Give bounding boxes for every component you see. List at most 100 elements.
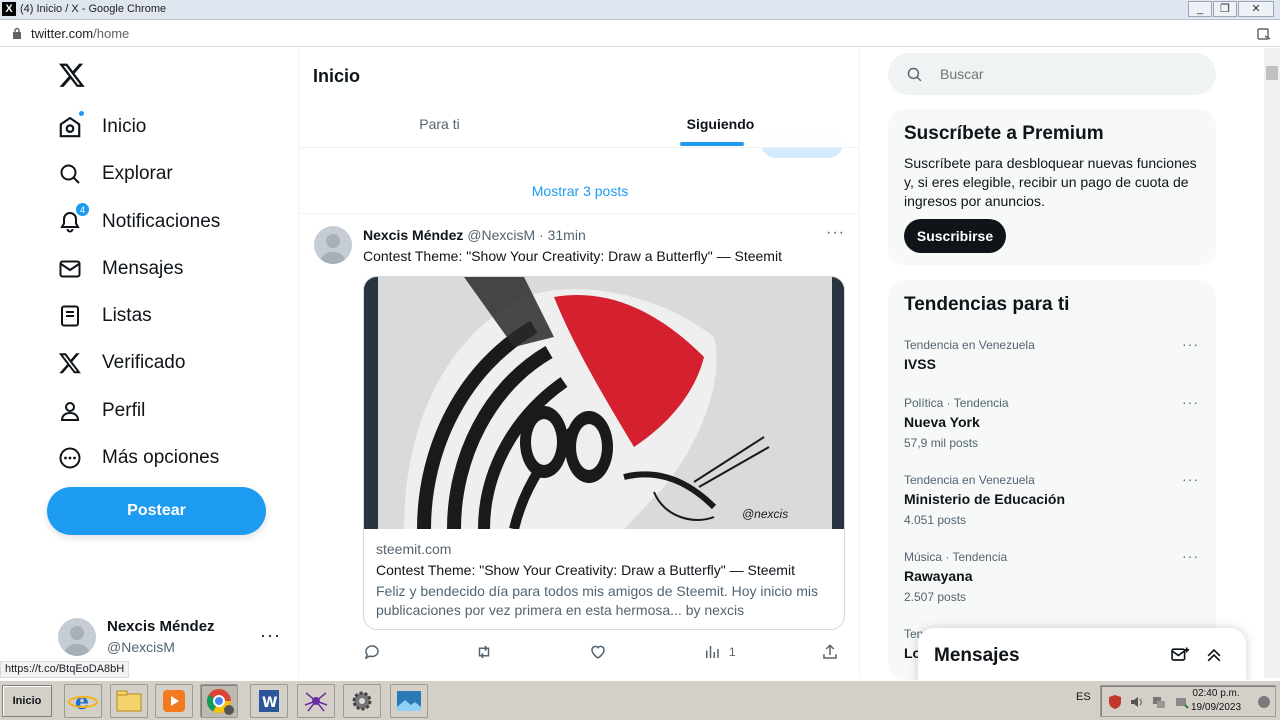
- sidebar-item-perfil[interactable]: Perfil: [56, 391, 286, 431]
- sidebar-item-notificaciones[interactable]: 4 Notificaciones: [56, 202, 286, 242]
- tweet-author-handle[interactable]: @NexcisM: [467, 227, 535, 243]
- more-icon[interactable]: ···: [260, 625, 281, 646]
- trend-item[interactable]: Política · Tendencia Nueva York 57,9 mil…: [888, 394, 1216, 472]
- card-image[interactable]: @nexcis: [364, 277, 844, 531]
- clock-date: 19/09/2023: [1191, 702, 1242, 713]
- account-switcher[interactable]: Nexcis Méndez @NexcisM ···: [58, 615, 288, 661]
- more-icon[interactable]: ···: [1182, 336, 1199, 352]
- sidebar-item-label: Listas: [102, 305, 152, 326]
- views-count: 1: [729, 645, 736, 659]
- sidebar-item-verificado[interactable]: Verificado: [56, 343, 286, 383]
- spider-app-icon[interactable]: [297, 684, 335, 718]
- image-signature: @nexcis: [742, 507, 789, 521]
- tray-app-icon[interactable]: [1256, 694, 1272, 710]
- premium-title: Suscríbete a Premium: [904, 123, 1104, 144]
- show-more-posts-link[interactable]: Mostrar 3 posts: [299, 168, 859, 214]
- trend-context: Música · Tendencia: [904, 550, 1008, 564]
- card-description: Feliz y bendecido día para todos mis ami…: [376, 583, 818, 618]
- sidebar-item-label: Más opciones: [102, 447, 220, 468]
- trends-title: Tendencias para ti: [904, 294, 1070, 315]
- sidebar-item-inicio[interactable]: Inicio: [56, 107, 286, 147]
- tab-para-ti[interactable]: Para ti: [299, 106, 580, 146]
- expand-up-icon[interactable]: [1204, 645, 1224, 665]
- more-icon[interactable]: ···: [1182, 548, 1199, 564]
- file-explorer-icon[interactable]: [110, 684, 148, 718]
- network-icon[interactable]: [1151, 694, 1167, 710]
- tweet[interactable]: Nexcis Méndez @NexcisM · 31min ··· Conte…: [299, 214, 859, 678]
- address-bar[interactable]: twitter.com/home: [0, 21, 1280, 47]
- home-icon: [56, 110, 85, 141]
- trend-count: 4.051 posts: [904, 513, 967, 527]
- more-circle-icon: [56, 444, 84, 472]
- search-icon: [56, 160, 84, 188]
- chrome-icon[interactable]: [200, 684, 238, 718]
- tweet-text: Contest Theme: "Show Your Creativity: Dr…: [363, 248, 782, 264]
- premium-card: Suscríbete a Premium Suscríbete para des…: [888, 109, 1216, 265]
- page-scrollbar[interactable]: [1264, 48, 1280, 678]
- trend-context: Tendencia en Venezuela: [904, 473, 1035, 487]
- views-button[interactable]: 1: [703, 640, 736, 664]
- status-url: https://t.co/BtqEoDA8bH: [0, 661, 130, 678]
- trend-item[interactable]: Música · Tendencia Rawayana 2.507 posts …: [888, 548, 1216, 626]
- search-icon: [907, 67, 922, 82]
- x-logo-icon[interactable]: [58, 61, 86, 89]
- subscribe-button[interactable]: Suscribirse: [904, 219, 1006, 253]
- bell-icon: 4: [56, 202, 90, 236]
- new-message-icon[interactable]: [1170, 645, 1190, 665]
- settings-gear-icon[interactable]: [343, 684, 381, 718]
- heart-icon: [591, 645, 605, 659]
- more-icon[interactable]: ···: [1182, 471, 1199, 487]
- avatar[interactable]: [314, 226, 352, 264]
- trend-name: Rawayana: [904, 568, 973, 584]
- tweet-author-name[interactable]: Nexcis Méndez: [363, 227, 463, 243]
- image-viewer-icon[interactable]: [390, 684, 428, 718]
- trend-count: 2.507 posts: [904, 590, 967, 604]
- profile-icon: [56, 397, 84, 425]
- sidebar-item-label: Perfil: [102, 400, 146, 421]
- minimize-button[interactable]: _: [1188, 1, 1212, 17]
- scrollbar-thumb[interactable]: [1266, 66, 1278, 80]
- reply-button[interactable]: [363, 640, 381, 664]
- volume-icon[interactable]: [1129, 694, 1145, 710]
- sidebar-item-mas-opciones[interactable]: Más opciones: [56, 438, 286, 478]
- sidebar-item-listas[interactable]: Listas: [56, 296, 286, 336]
- sidebar-item-label: Verificado: [102, 352, 186, 373]
- trend-name: IVSS: [904, 356, 936, 372]
- sidebar-item-explorar[interactable]: Explorar: [56, 154, 286, 194]
- notification-badge: 4: [75, 202, 90, 217]
- active-tab-indicator: [680, 142, 744, 146]
- start-button[interactable]: Inicio: [2, 685, 52, 717]
- language-indicator[interactable]: ES: [1076, 691, 1091, 703]
- system-clock[interactable]: 02:40 p.m. 19/09/2023: [1191, 687, 1241, 715]
- search-input[interactable]: [940, 64, 1190, 84]
- share-button[interactable]: [821, 640, 839, 664]
- post-button[interactable]: Postear: [47, 487, 266, 535]
- tweet-time[interactable]: · 31min: [539, 227, 586, 243]
- more-icon[interactable]: ···: [826, 224, 845, 242]
- safely-remove-icon[interactable]: [1173, 694, 1189, 710]
- card-title: Contest Theme: "Show Your Creativity: Dr…: [376, 562, 795, 578]
- views-chart-icon: [706, 646, 719, 658]
- mail-icon: [56, 255, 84, 283]
- like-button[interactable]: [589, 640, 607, 664]
- messages-drawer[interactable]: Mensajes: [918, 628, 1246, 684]
- word-icon[interactable]: W: [250, 684, 288, 718]
- trend-item[interactable]: Tendencia en Venezuela Ministerio de Edu…: [888, 471, 1216, 549]
- trend-context: Política · Tendencia: [904, 396, 1009, 410]
- more-icon[interactable]: ···: [1182, 394, 1199, 410]
- sidebar-item-label: Notificaciones: [102, 211, 221, 232]
- security-shield-icon[interactable]: [1107, 694, 1123, 710]
- internet-explorer-icon[interactable]: e: [64, 684, 102, 718]
- maximize-button[interactable]: ❐: [1213, 1, 1237, 17]
- close-window-button[interactable]: ✕: [1238, 1, 1274, 17]
- url-text[interactable]: twitter.com/home: [31, 26, 129, 41]
- repost-button[interactable]: [475, 640, 493, 664]
- search-box[interactable]: [888, 53, 1216, 95]
- card-domain: steemit.com: [376, 541, 452, 557]
- tab-siguiendo[interactable]: Siguiendo: [580, 106, 859, 146]
- link-card[interactable]: @nexcis steemit.com Contest Theme: "Show…: [363, 276, 845, 630]
- extension-icon[interactable]: [1256, 26, 1272, 42]
- trends-panel: Tendencias para ti Tendencia en Venezuel…: [888, 280, 1216, 680]
- media-player-icon[interactable]: [155, 684, 193, 718]
- sidebar-item-mensajes[interactable]: Mensajes: [56, 249, 286, 289]
